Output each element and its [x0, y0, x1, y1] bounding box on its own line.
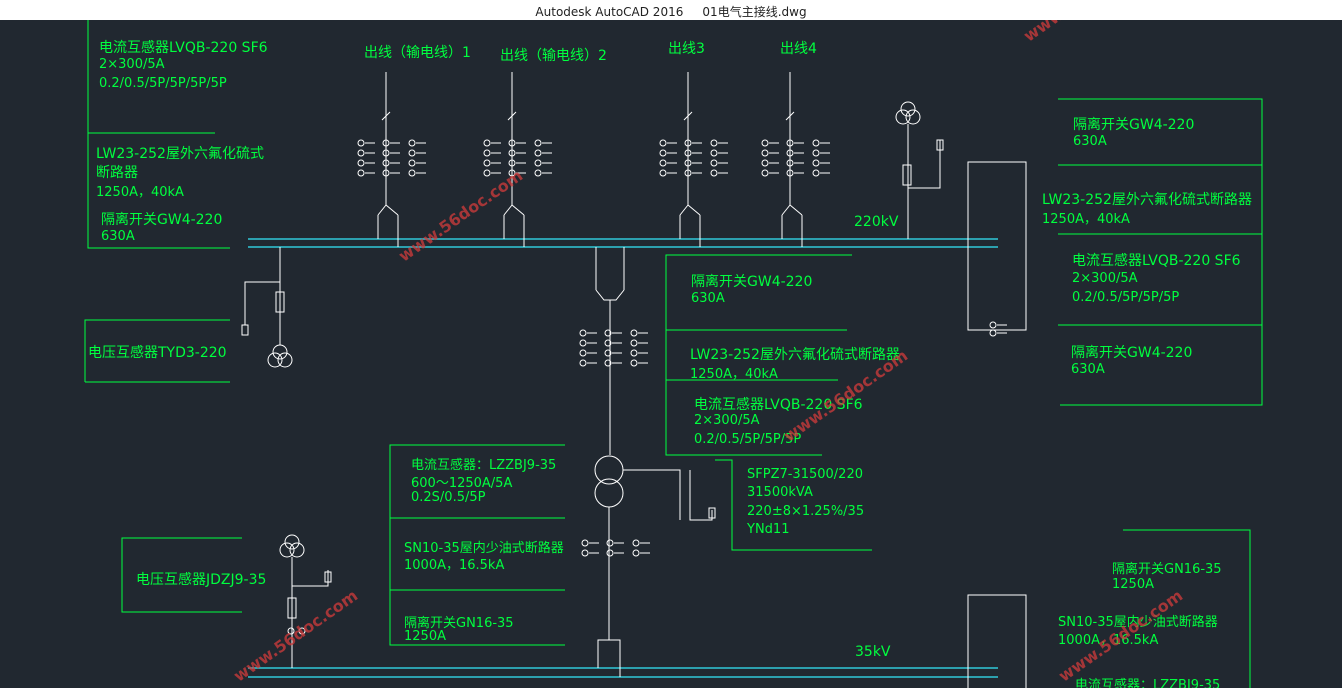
left-ct-ratio: 2×300/5A [99, 57, 165, 72]
feeder-label-2: 出线（输电线）2 [500, 48, 607, 64]
feeder-label-4: 出线4 [780, 41, 817, 57]
right-ds-top-rating: 630A [1073, 134, 1107, 149]
left-ds-name: 隔离开关GW4-220 [101, 212, 223, 228]
window-title: Autodesk AutoCAD 2016 01电气主接线.dwg [0, 3, 1342, 20]
bus-bars [248, 238, 998, 678]
low-ct-name: 电流互感器：LZZBJ9-35 [411, 458, 557, 473]
drawing-canvas[interactable]: 出线（输电线）1 出线（输电线）2 出线3 出线4 220kV 35kV 电流互… [0, 20, 1342, 688]
bus-label-220kv: 220kV [854, 214, 899, 230]
left-ct-class: 0.2/0.5/5P/5P/5P/5P [99, 76, 227, 91]
right-ds-bottom-rating: 630A [1071, 362, 1105, 377]
left-cb-name-line1: LW23-252屋外六氟化硫式 [96, 146, 264, 162]
low-ct-ratio: 600～1250A/5A [411, 476, 513, 491]
left-ds-rating: 630A [101, 229, 135, 244]
circuit-lines [241, 72, 1027, 688]
low-cb-rating: 1000A，16.5kA [404, 558, 505, 573]
lower-right-ds-rating: 1250A [1112, 577, 1154, 592]
low-vt-name: 电压互感器JDZJ9-35 [136, 572, 267, 588]
lower-right-ds-name: 隔离开关GN16-35 [1112, 562, 1222, 577]
right-cb-name: LW23-252屋外六氟化硫式断路器 [1042, 192, 1252, 208]
ct-symbols [287, 139, 1007, 635]
center-cb-rating: 1250A，40kA [690, 367, 778, 382]
file-name: 01电气主接线.dwg [702, 5, 807, 19]
left-ct-name: 电流互感器LVQB-220 SF6 [99, 40, 268, 56]
lower-right-ct-name: 电流互感器：LZZBJ9-35 [1075, 678, 1221, 688]
right-ds-top-name: 隔离开关GW4-220 [1073, 117, 1195, 133]
transformer-vector: YNd11 [747, 522, 790, 537]
right-ct-ratio: 2×300/5A [1072, 271, 1138, 286]
bus-label-35kv: 35kV [855, 644, 891, 660]
left-cb-rating: 1250A，40kA [96, 185, 184, 200]
transformer-model: SFPZ7-31500/220 [747, 467, 863, 482]
title-bar: Autodesk AutoCAD 2016 01电气主接线.dwg [0, 0, 1342, 21]
center-ds-rating: 630A [691, 291, 725, 306]
low-ds-rating: 1250A [404, 629, 446, 644]
transformer-tap: 220±8×1.25%/35 [747, 504, 865, 519]
app-name: Autodesk AutoCAD 2016 [535, 5, 684, 19]
center-ct-ratio: 2×300/5A [694, 413, 760, 428]
left-cb-name-line2: 断路器 [96, 165, 138, 181]
right-ds-bottom-name: 隔离开关GW4-220 [1071, 345, 1193, 361]
right-ct-class: 0.2/0.5/5P/5P/5P [1072, 290, 1180, 305]
right-ct-name: 电流互感器LVQB-220 SF6 [1072, 253, 1241, 269]
right-cb-rating: 1250A，40kA [1042, 212, 1130, 227]
transformer-capacity: 31500kVA [747, 485, 813, 500]
center-cb-name: LW23-252屋外六氟化硫式断路器 [690, 347, 900, 363]
feeder-label-3: 出线3 [668, 41, 705, 57]
center-ds-name: 隔离开关GW4-220 [691, 274, 813, 290]
left-vt-name: 电压互感器TYD3-220 [88, 345, 227, 361]
low-ct-class: 0.2S/0.5/5P [411, 490, 486, 505]
feeder-label-1: 出线（输电线）1 [364, 45, 471, 61]
